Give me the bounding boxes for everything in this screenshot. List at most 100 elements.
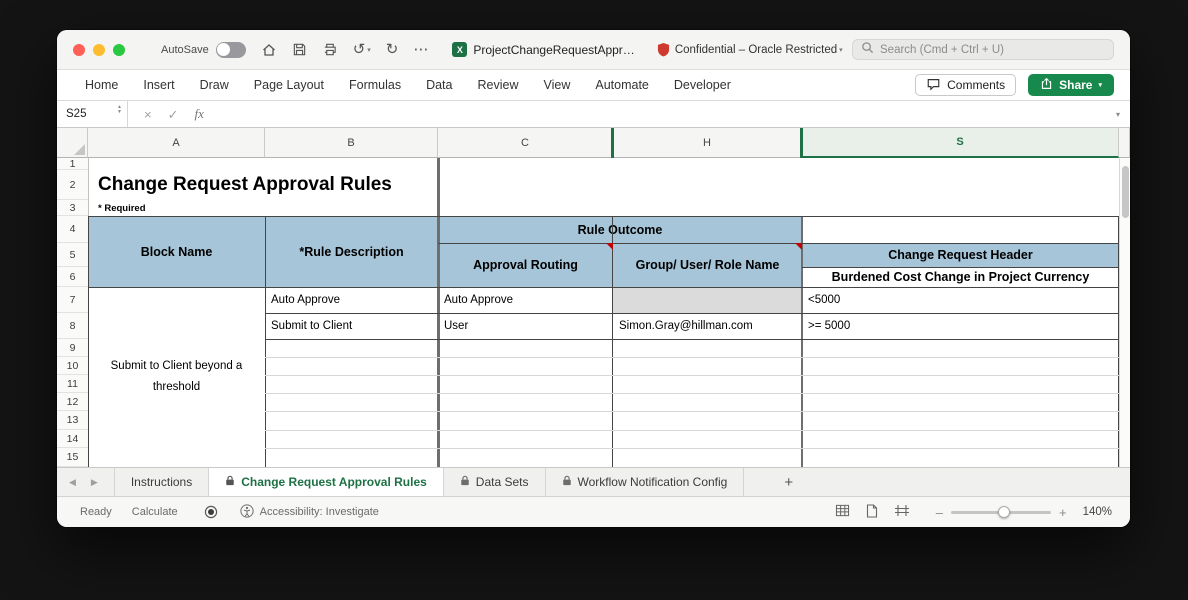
ribbon-tab-formulas[interactable]: Formulas (349, 78, 401, 92)
row-header-8[interactable]: 8 (57, 313, 88, 339)
row-header-15[interactable]: 15 (57, 448, 88, 467)
gridline (438, 243, 1119, 244)
undo-icon[interactable]: ↺ (353, 42, 366, 57)
share-dropdown-icon: ▾ (1098, 81, 1102, 89)
cell-block-name-header[interactable]: Block Name (88, 216, 265, 287)
sensitivity-dropdown-icon[interactable]: ▾ (839, 46, 843, 54)
sheet-tab-workflow-notification-config[interactable]: Workflow Notification Config (546, 468, 745, 496)
name-box[interactable]: S25 ▲ ▼ (57, 101, 127, 127)
sensitivity-label[interactable]: Confidential – Oracle Restricted (675, 44, 837, 56)
accessibility-icon (240, 504, 254, 521)
enter-entry-icon[interactable]: ✓ (168, 108, 179, 121)
row-header-2[interactable]: 2 (57, 170, 88, 200)
print-icon[interactable] (322, 42, 338, 57)
row-header-7[interactable]: 7 (57, 287, 88, 313)
macro-record-icon[interactable] (204, 505, 218, 519)
row-header-1[interactable]: 1 (57, 158, 88, 170)
cell-H7-disabled[interactable] (613, 287, 802, 313)
row-header-6[interactable]: 6 (57, 267, 88, 287)
lock-icon (460, 475, 470, 489)
column-header-A[interactable]: A (88, 128, 265, 158)
stepper-down-icon[interactable]: ▼ (117, 110, 122, 115)
sheet-nav-right-icon[interactable]: ▶ (91, 477, 98, 488)
cell-block-name-merged[interactable]: Submit to Client beyond a threshold (88, 287, 265, 467)
cell-rule-description-header[interactable]: *Rule Description (265, 216, 438, 287)
cell-C8[interactable]: User (438, 313, 613, 339)
row-header-9[interactable]: 9 (57, 339, 88, 357)
row-header-12[interactable]: 12 (57, 393, 88, 411)
minimize-window-button[interactable] (93, 44, 105, 56)
undo-dropdown-icon[interactable]: ▾ (367, 46, 371, 54)
toggle-knob (217, 43, 230, 56)
ribbon-tab-home[interactable]: Home (85, 78, 118, 92)
row-header-13[interactable]: 13 (57, 411, 88, 430)
share-button[interactable]: Share ▾ (1028, 74, 1114, 96)
home-icon[interactable] (261, 42, 277, 58)
comments-button[interactable]: Comments (915, 74, 1016, 96)
ribbon-tab-developer[interactable]: Developer (674, 78, 731, 92)
page-break-view-icon[interactable] (894, 504, 910, 520)
column-header-C[interactable]: C (438, 128, 613, 158)
column-header-H[interactable]: H (613, 128, 802, 158)
cell-approval-routing-header[interactable]: Approval Routing (438, 243, 613, 287)
sheet-tab-instructions[interactable]: Instructions (114, 468, 209, 496)
sheet-nav-left-icon[interactable]: ◀ (69, 477, 76, 488)
normal-view-icon[interactable] (835, 504, 850, 520)
row-header-3[interactable]: 3 (57, 200, 88, 216)
zoom-out-icon[interactable]: – (936, 505, 943, 520)
column-header-S[interactable]: S (802, 128, 1119, 158)
search-field[interactable]: Search (Cmd + Ctrl + U) (852, 39, 1114, 60)
cell-group-user-role-header[interactable]: Group/ User/ Role Name (613, 243, 802, 287)
ribbon-tab-data[interactable]: Data (426, 78, 452, 92)
cell-B7[interactable]: Auto Approve (265, 287, 438, 313)
cell-S7[interactable]: <5000 (802, 287, 1119, 313)
ribbon-tab-view[interactable]: View (543, 78, 570, 92)
row-header-11[interactable]: 11 (57, 375, 88, 393)
page-layout-view-icon[interactable] (866, 504, 878, 521)
gridline (88, 287, 1119, 288)
status-calculate[interactable]: Calculate (132, 506, 178, 518)
scrollbar-thumb[interactable] (1122, 166, 1129, 218)
zoom-in-icon[interactable]: + (1059, 505, 1067, 520)
cell-B8[interactable]: Submit to Client (265, 313, 438, 339)
vertical-scrollbar[interactable] (1119, 158, 1130, 467)
redo-icon[interactable]: ↻ (386, 42, 399, 57)
cell-burdened-cost-header[interactable]: Burdened Cost Change in Project Currency (802, 267, 1119, 287)
required-note[interactable]: * Required (98, 200, 298, 216)
sheet-tab-data-sets[interactable]: Data Sets (444, 468, 546, 496)
fullscreen-window-button[interactable] (113, 44, 125, 56)
name-box-stepper[interactable]: ▲ ▼ (117, 105, 122, 115)
sheet-title[interactable]: Change Request Approval Rules (98, 170, 518, 200)
more-toolbar-actions-icon[interactable]: ⋯ (413, 42, 428, 57)
close-window-button[interactable] (73, 44, 85, 56)
hidden-columns-marker (611, 128, 614, 158)
row-header-5[interactable]: 5 (57, 243, 88, 267)
cell-S8[interactable]: >= 5000 (802, 313, 1119, 339)
row-header-10[interactable]: 10 (57, 357, 88, 375)
save-icon[interactable] (292, 42, 307, 57)
formula-bar-expand-icon[interactable]: ▾ (1116, 110, 1130, 119)
select-all-corner[interactable] (57, 128, 88, 158)
insert-function-icon[interactable]: fx (195, 106, 204, 122)
cell-H8[interactable]: Simon.Gray@hillman.com (613, 313, 802, 339)
row-header-4[interactable]: 4 (57, 216, 88, 243)
column-header-B[interactable]: B (265, 128, 438, 158)
cancel-entry-icon[interactable]: × (144, 108, 152, 121)
ribbon-tab-draw[interactable]: Draw (200, 78, 229, 92)
ribbon-tab-automate[interactable]: Automate (595, 78, 649, 92)
autosave-toggle[interactable] (216, 42, 246, 58)
ribbon-tab-page-layout[interactable]: Page Layout (254, 78, 324, 92)
cell-C7[interactable]: Auto Approve (438, 287, 613, 313)
accessibility-status[interactable]: Accessibility: Investigate (240, 504, 379, 521)
document-title[interactable]: ProjectChangeRequestAppr… (473, 43, 634, 57)
cell-rule-outcome-header[interactable]: Rule Outcome (438, 216, 802, 243)
zoom-level[interactable]: 140% (1083, 506, 1112, 518)
ribbon-tab-review[interactable]: Review (477, 78, 518, 92)
ribbon-tab-insert[interactable]: Insert (143, 78, 174, 92)
sheet-tab-change-request-approval-rules[interactable]: Change Request Approval Rules (209, 468, 444, 496)
add-sheet-button[interactable]: + (770, 468, 807, 496)
cell-change-request-header[interactable]: Change Request Header (802, 243, 1119, 267)
zoom-slider[interactable] (951, 511, 1051, 514)
zoom-slider-thumb[interactable] (998, 506, 1010, 518)
row-header-14[interactable]: 14 (57, 430, 88, 448)
